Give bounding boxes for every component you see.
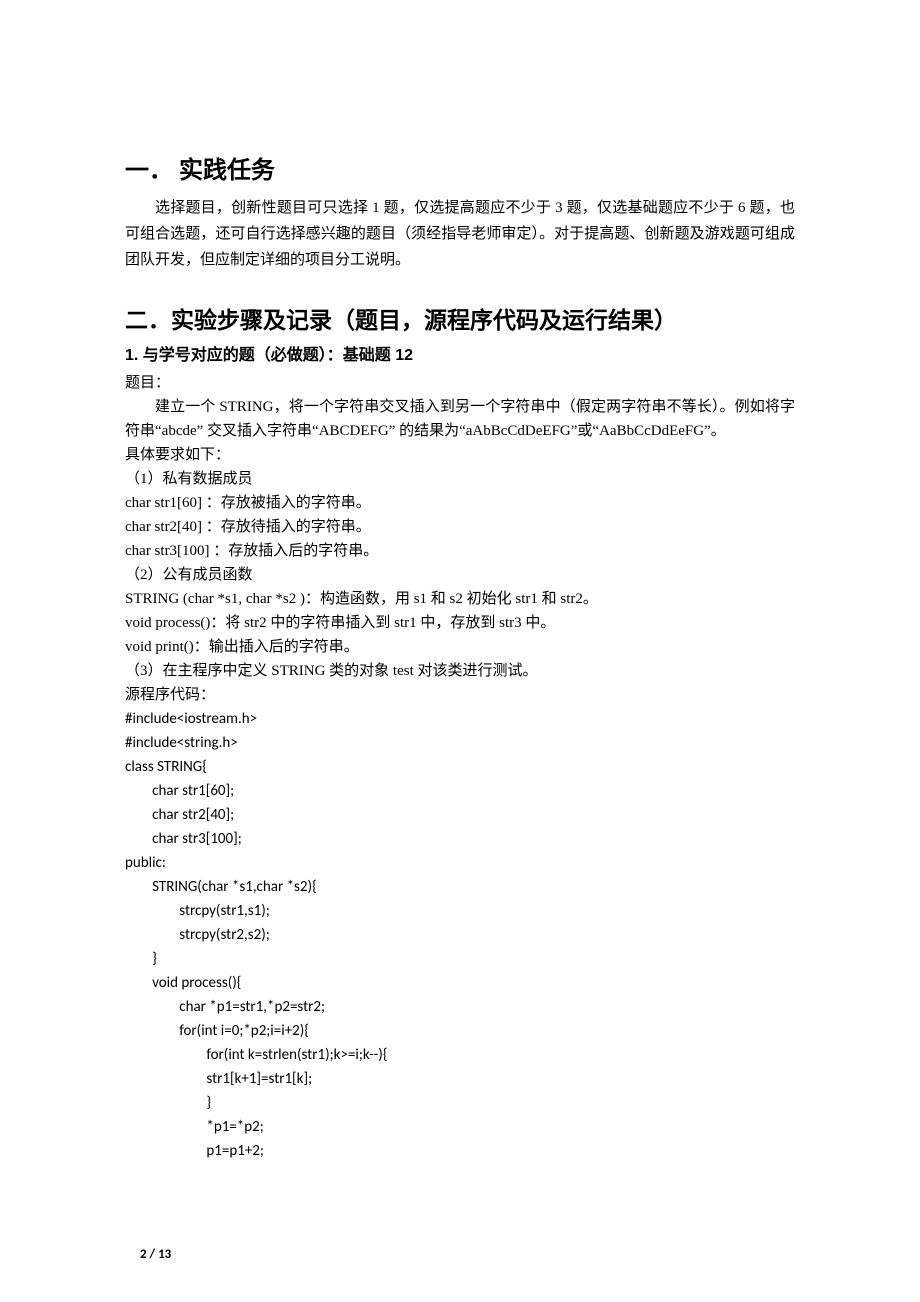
section-1-intro: 选择题目，创新性题目可只选择 1 题，仅选提高题应不少于 3 题，仅选基础题应不… [125, 195, 795, 273]
requirement-item: STRING (char *s1, char *s2 )：构造函数，用 s1 和… [125, 587, 795, 611]
topic-description: 建立一个 STRING，将一个字符串交叉插入到另一个字符串中（假定两字符串不等长… [125, 395, 795, 443]
source-code-label: 源程序代码： [125, 683, 795, 707]
section-2-heading: 二．实验步骤及记录（题目，源程序代码及运行结果） [125, 301, 795, 335]
topic-label: 题目： [125, 371, 795, 395]
requirement-item: char str3[100] ：存放插入后的字符串。 [125, 539, 795, 563]
requirements-title: 具体要求如下： [125, 443, 795, 467]
requirement-item: （2）公有成员函数 [125, 563, 795, 587]
subsection-1-heading: 1. 与学号对应的题（必做题）：基础题 12 [125, 341, 795, 365]
requirement-item: char str1[60] ：存放被插入的字符串。 [125, 491, 795, 515]
requirement-item: char str2[40] ：存放待插入的字符串。 [125, 515, 795, 539]
page-footer: 2 / 13 [140, 1247, 171, 1262]
source-code-block: #include<iostream.h> #include<string.h> … [125, 707, 795, 1163]
section-1-heading: 一． 实践任务 [125, 150, 795, 185]
page-current: 2 [140, 1247, 147, 1262]
page-separator: / [147, 1247, 158, 1262]
page-total: 13 [158, 1247, 171, 1262]
requirement-item: void process()：将 str2 中的字符串插入到 str1 中，存放… [125, 611, 795, 635]
requirement-item: （1）私有数据成员 [125, 467, 795, 491]
requirement-item: void print()：输出插入后的字符串。 [125, 635, 795, 659]
document-page: 一． 实践任务 选择题目，创新性题目可只选择 1 题，仅选提高题应不少于 3 题… [0, 0, 920, 1302]
requirement-item: （3）在主程序中定义 STRING 类的对象 test 对该类进行测试。 [125, 659, 795, 683]
